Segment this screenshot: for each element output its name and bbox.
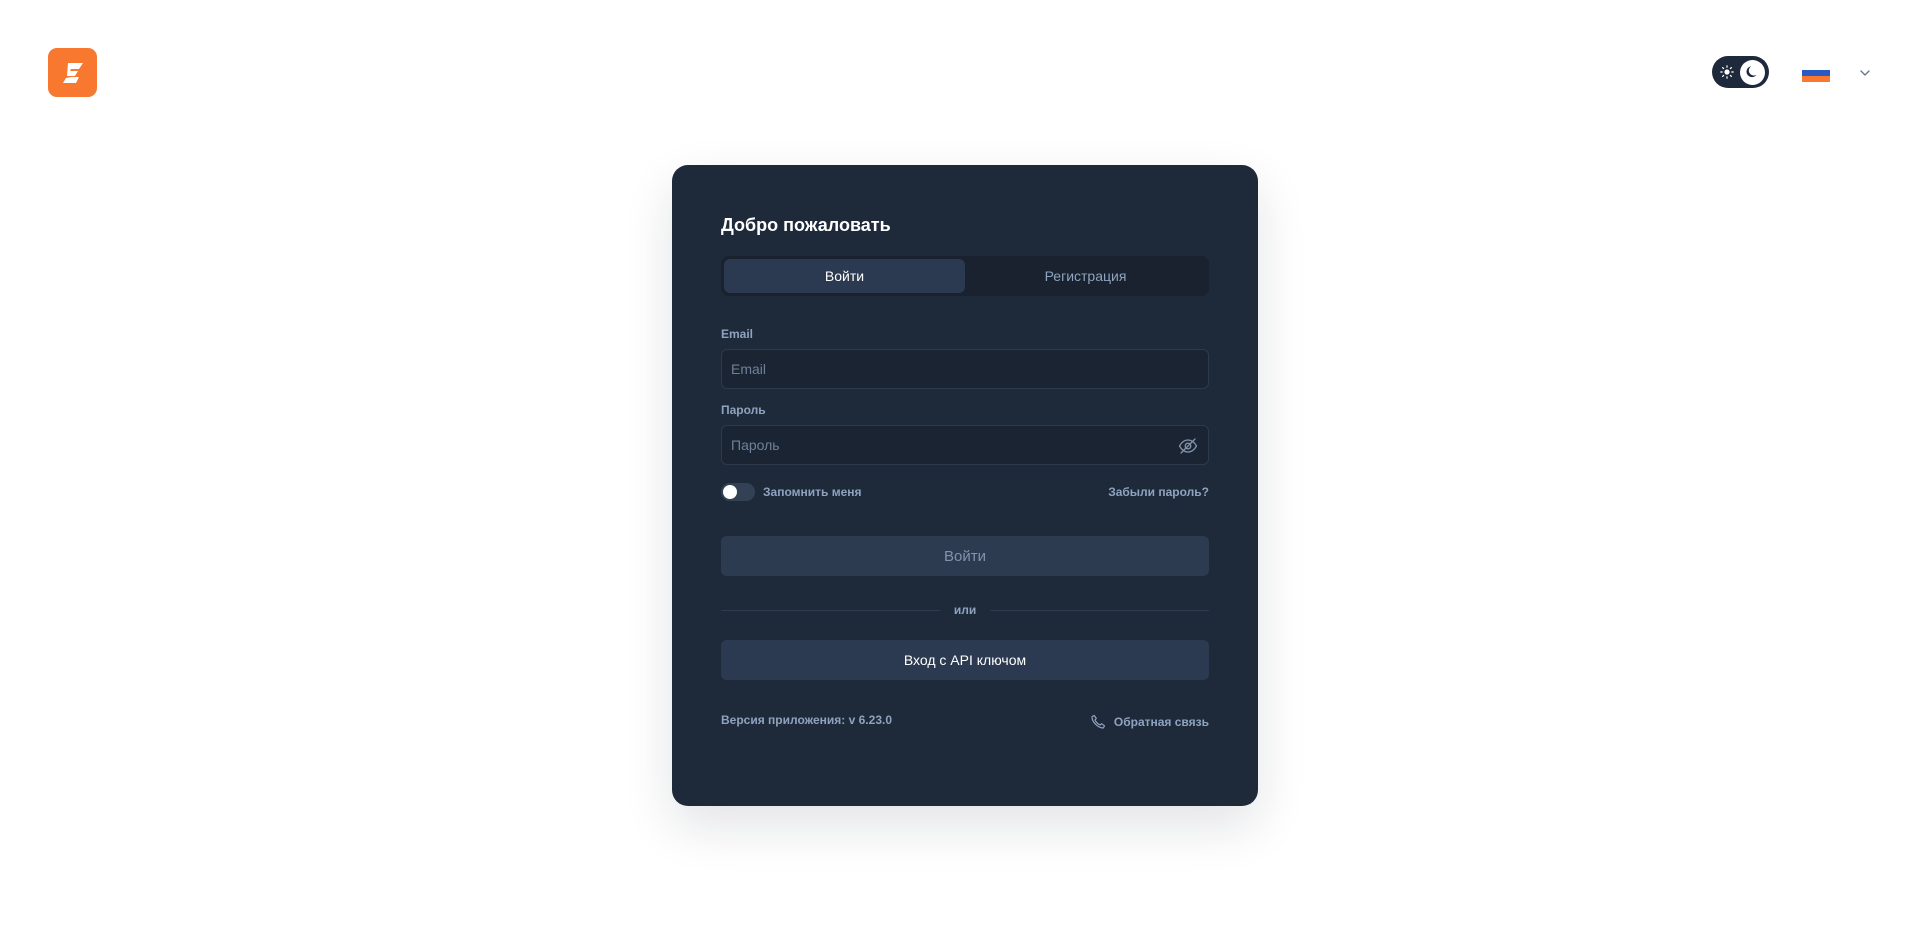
remember-me-switch[interactable] [721, 483, 755, 501]
divider-line-left [721, 609, 940, 611]
moon-icon [1745, 66, 1756, 78]
or-divider: или [721, 600, 1210, 620]
remember-me-knob [723, 485, 737, 499]
card-title: Добро пожаловать [721, 215, 891, 235]
theme-toggle-knob [1740, 59, 1765, 85]
auth-tabs: Войти Регистрация [721, 256, 1209, 296]
password-label: Пароль [721, 403, 766, 417]
card-footer: Версия приложения: v 6.23.0 Обратная свя… [721, 710, 1209, 730]
forgot-password-link[interactable]: Забыли пароль? [1108, 485, 1209, 499]
app-version: Версия приложения: v 6.23.0 [721, 713, 892, 727]
api-key-login-button[interactable]: Вход с API ключом [721, 640, 1209, 680]
feedback-link[interactable]: Обратная связь [1090, 714, 1209, 730]
password-field[interactable] [722, 426, 1208, 464]
divider-text: или [953, 603, 977, 617]
login-button[interactable]: Войти [721, 536, 1209, 576]
remember-me: Запомнить меня [721, 483, 862, 501]
tab-login[interactable]: Войти [724, 259, 965, 293]
language-selector[interactable] [1802, 64, 1870, 82]
feedback-label: Обратная связь [1113, 715, 1209, 729]
tab-register[interactable]: Регистрация [965, 259, 1206, 293]
chevron-down-icon [1860, 70, 1870, 76]
email-label: Email [721, 327, 754, 341]
login-card: Добро пожаловать Войти Регистрация Email… [672, 165, 1258, 806]
phone-icon [1091, 714, 1105, 729]
bolt-logo-icon [62, 62, 83, 83]
password-field-wrapper [721, 425, 1209, 465]
sun-icon [1720, 65, 1734, 79]
theme-toggle[interactable] [1712, 56, 1769, 88]
remember-forgot-row: Запомнить меня Забыли пароль? [721, 482, 1209, 502]
email-field[interactable] [722, 350, 1208, 388]
eye-off-icon[interactable] [1178, 436, 1198, 456]
app-logo[interactable] [48, 48, 97, 97]
russia-flag-icon [1802, 64, 1830, 82]
email-field-wrapper [721, 349, 1209, 389]
remember-me-label: Запомнить меня [763, 485, 862, 499]
divider-line-right [990, 609, 1210, 611]
